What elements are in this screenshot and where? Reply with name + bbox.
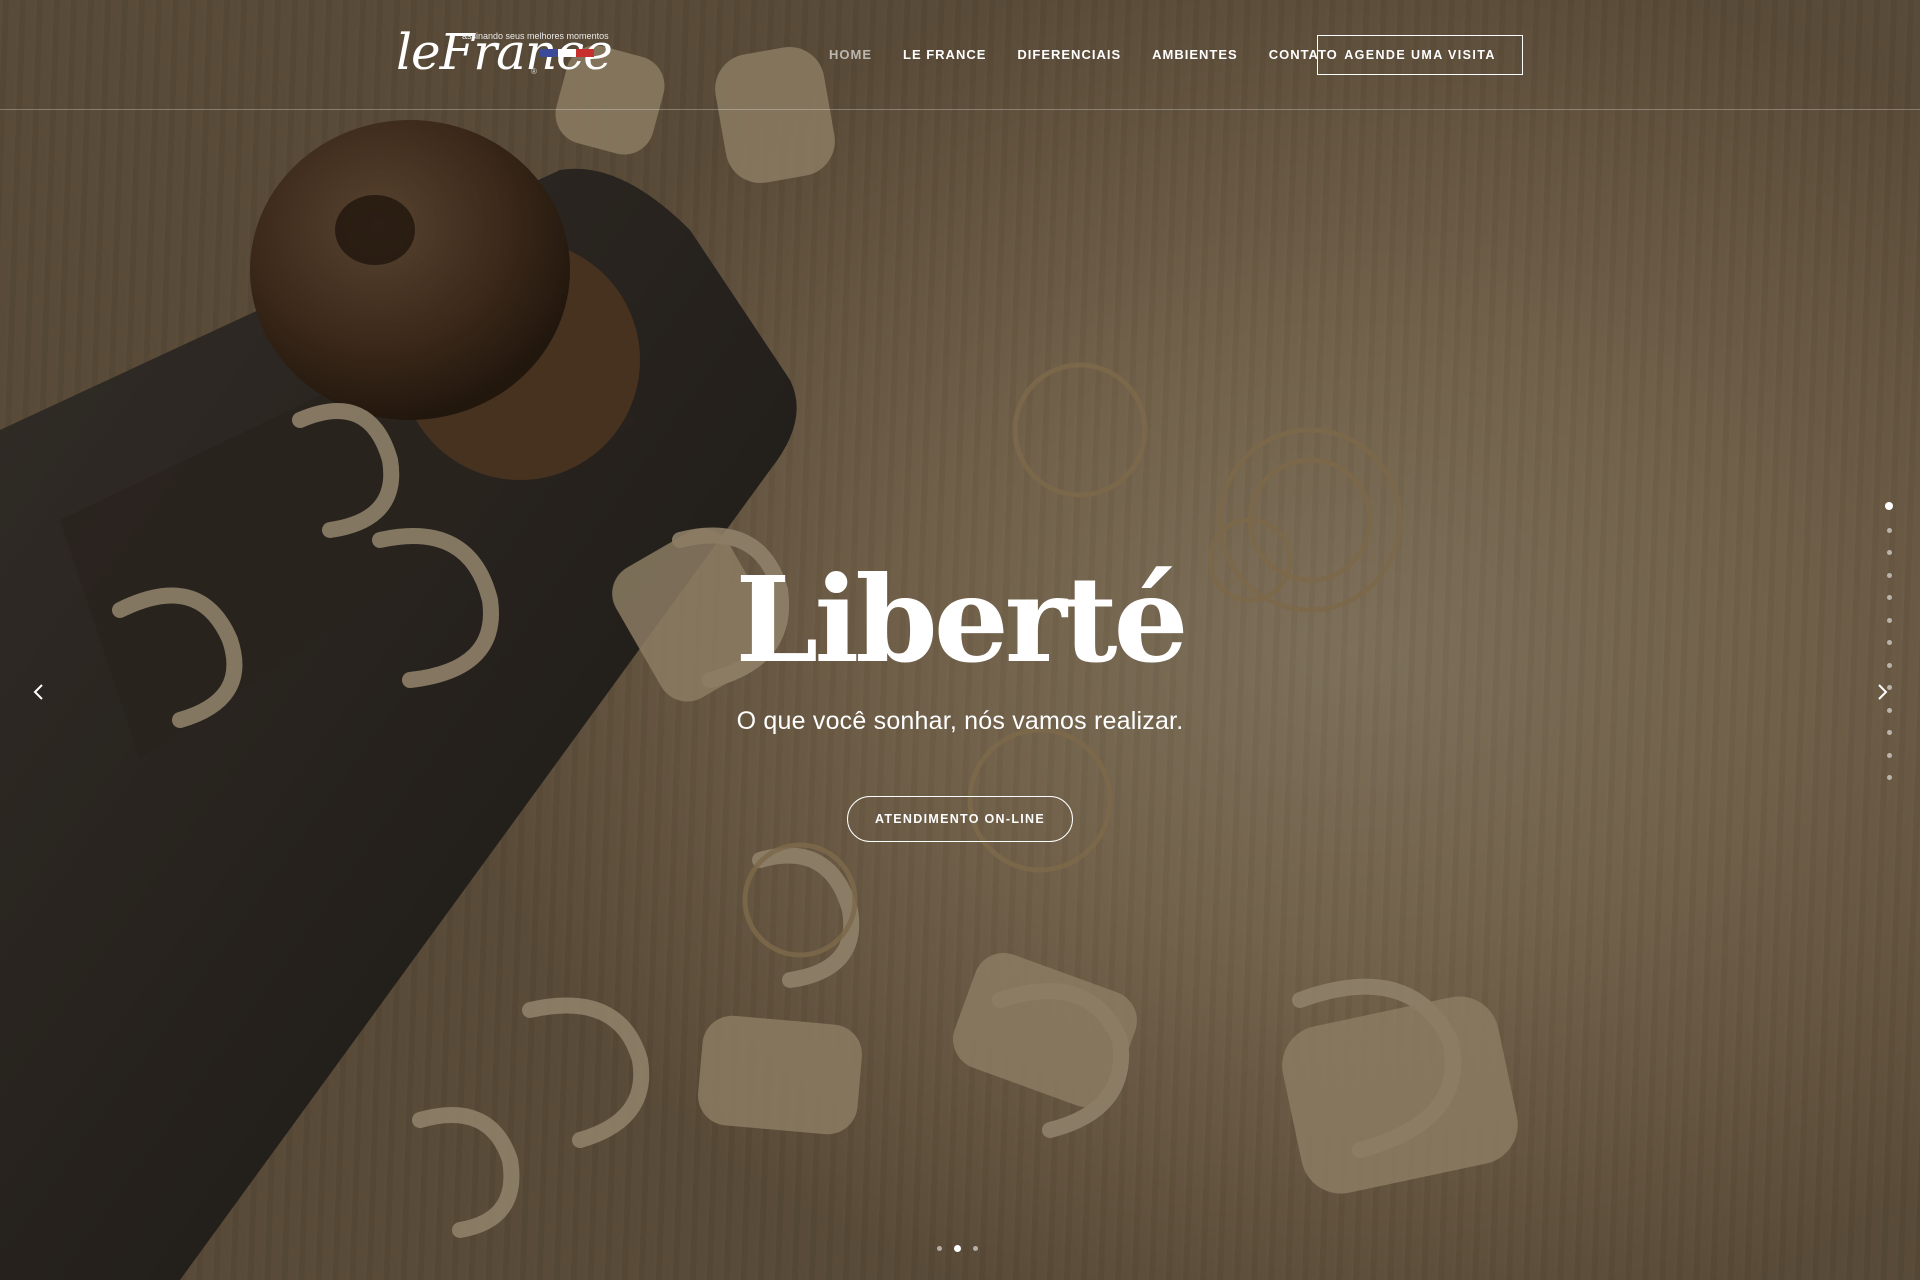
vertical-slide-pagination	[1884, 502, 1894, 798]
pagination-dot[interactable]	[954, 1245, 961, 1252]
site-header: leFrance assinando seus melhores momento…	[0, 0, 1920, 110]
nav-item-le-france[interactable]: LE FRANCE	[903, 47, 986, 63]
pagination-dot[interactable]	[1886, 527, 1892, 533]
hero-subtitle: O que você sonhar, nós vamos realizar.	[736, 707, 1184, 735]
pagination-dot[interactable]	[1886, 752, 1892, 758]
registered-mark: ®	[531, 67, 537, 76]
pagination-dot[interactable]	[1886, 640, 1892, 645]
chevron-left-icon	[33, 684, 43, 700]
pagination-dot[interactable]	[1886, 685, 1892, 690]
pagination-dot[interactable]	[937, 1246, 942, 1251]
pagination-dot[interactable]	[1886, 662, 1892, 668]
nav-item-home[interactable]: HOME	[829, 47, 872, 63]
nav-item-diferenciais[interactable]: DIFERENCIAIS	[1017, 47, 1121, 63]
pagination-dot[interactable]	[1886, 617, 1892, 623]
schedule-visit-button[interactable]: AGENDE UMA VISITA	[1317, 35, 1523, 75]
pagination-dot[interactable]	[1886, 730, 1892, 735]
nav-item-ambientes[interactable]: AMBIENTES	[1152, 47, 1238, 63]
french-flag-icon	[540, 49, 594, 57]
logo-tagline: assinando seus melhores momentos	[462, 31, 609, 41]
pagination-dot[interactable]	[1886, 775, 1892, 780]
pagination-dot[interactable]	[1886, 572, 1892, 578]
pagination-dot[interactable]	[1885, 502, 1893, 510]
online-service-button[interactable]: ATENDIMENTO ON-LINE	[847, 796, 1073, 842]
slider-prev-button[interactable]	[27, 678, 51, 706]
logo[interactable]: leFrance assinando seus melhores momento…	[396, 22, 613, 82]
main-nav: HOME LE FRANCE DIFERENCIAIS AMBIENTES CO…	[829, 47, 1369, 63]
pagination-dot[interactable]	[973, 1246, 978, 1251]
pagination-dot[interactable]	[1886, 595, 1892, 600]
pagination-dot[interactable]	[1886, 550, 1892, 555]
horizontal-slide-pagination	[937, 1245, 978, 1252]
pagination-dot[interactable]	[1886, 707, 1892, 713]
hero-title: Liberté	[735, 550, 1188, 689]
